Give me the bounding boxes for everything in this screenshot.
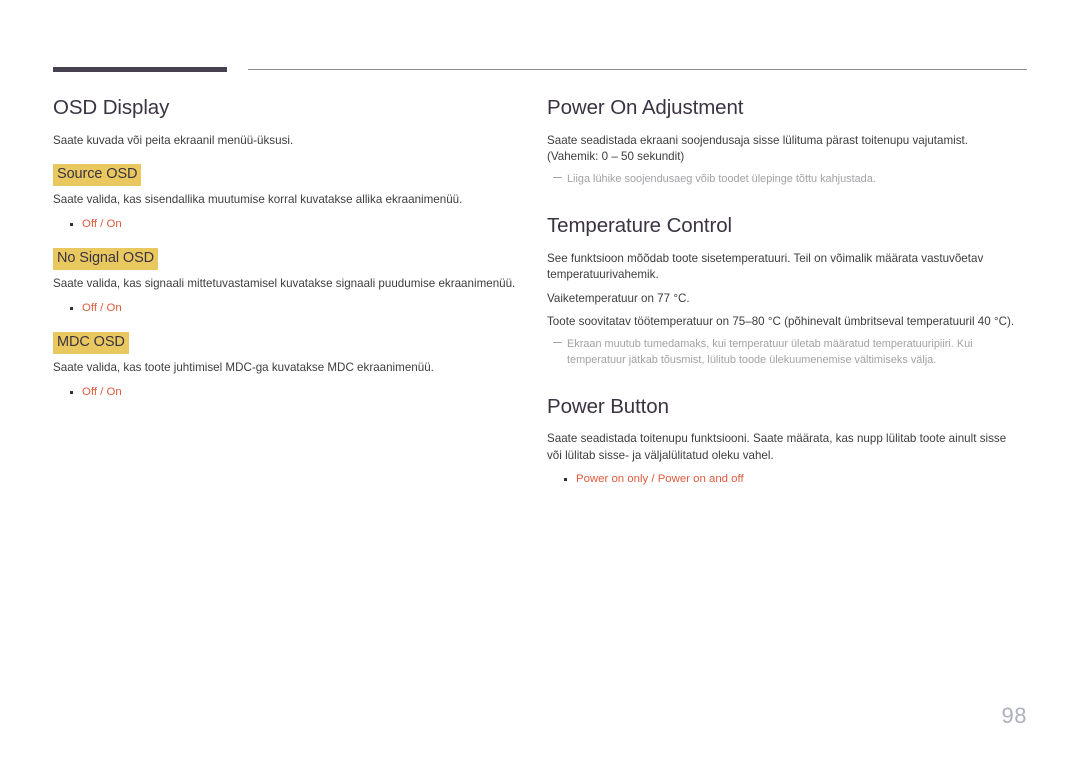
bullet-dot-icon <box>70 222 73 226</box>
osd-display-intro-text: Saate kuvada või peita ekraanil menüü-ük… <box>53 133 294 147</box>
note-text: Ekraan muutub tumedamaks, kui temperatuu… <box>567 338 973 367</box>
bullet-dot-icon <box>70 306 73 310</box>
option-list-no-signal-osd: Off / On <box>53 300 523 317</box>
section-power-button: Power Button Saate seadistada toitenupu … <box>547 395 1019 489</box>
subsection-heading-source-osd: Source OSD <box>53 164 142 187</box>
subsection-source-osd: Source OSD Saate valida, kas sisendallik… <box>53 164 523 233</box>
option-list-source-osd: Off / On <box>53 216 523 233</box>
option-separator: / <box>100 385 104 398</box>
list-item: Power on only / Power on and off <box>547 471 1019 488</box>
document-page: OSD Display Saate kuvada või peita ekraa… <box>0 0 1080 763</box>
option-value-on[interactable]: On <box>107 218 122 230</box>
section-title-osd-display: OSD Display <box>53 96 170 119</box>
option-value-power-on-and-off[interactable]: Power on and off <box>658 473 744 485</box>
list-item: Off / On <box>53 216 523 233</box>
section-power-on-adjustment: Power On Adjustment Saate seadistada ekr… <box>547 96 1019 188</box>
section-body-power-button: Saate seadistada toitenupu funktsiooni. … <box>547 432 1007 462</box>
section-title-power-on-adjustment: Power On Adjustment <box>547 96 744 119</box>
list-item: Off / On <box>53 300 523 317</box>
left-column: OSD Display Saate kuvada või peita ekraa… <box>53 96 523 402</box>
header-rule <box>53 66 1027 74</box>
bullet-dot-icon <box>564 478 567 482</box>
option-list-mdc-osd: Off / On <box>53 384 523 401</box>
option-separator: / <box>100 217 104 230</box>
option-value-on[interactable]: On <box>107 302 122 314</box>
header-rule-thin-line <box>248 69 1027 70</box>
option-separator: / <box>100 301 104 314</box>
section-title-temperature-control: Temperature Control <box>547 214 732 238</box>
subsection-body-no-signal-osd: Saate valida, kas signaali mittetuvastam… <box>53 277 516 291</box>
bullet-dot-icon <box>70 390 73 394</box>
section-body-temperature-control-2: Vaiketemperatuur on 77 °C. <box>547 291 690 305</box>
note-text: Liiga lühike soojendusaeg võib toodet ül… <box>567 173 876 186</box>
option-value-off[interactable]: Off <box>82 218 97 230</box>
section-body-power-on-adjustment: Saate seadistada ekraani soojendusaja si… <box>547 133 969 164</box>
subsection-mdc-osd: MDC OSD Saate valida, kas toote juhtimis… <box>53 331 523 401</box>
section-body-temperature-control-3: Toote soovitatav töötemperatuur on 75–80… <box>547 314 1015 328</box>
note-temperature-control: Ekraan muutub tumedamaks, kui temperatuu… <box>547 337 1019 368</box>
note-power-on-adjustment: Liiga lühike soojendusaeg võib toodet ül… <box>547 172 1019 188</box>
subsection-body-mdc-osd: Saate valida, kas toote juhtimisel MDC-g… <box>53 361 434 375</box>
header-rule-thick-bar <box>53 67 227 72</box>
subsection-heading-mdc-osd: MDC OSD <box>53 331 129 355</box>
page-number: 98 <box>1001 703 1027 728</box>
list-item: Off / On <box>53 384 523 401</box>
option-value-off[interactable]: Off <box>82 302 97 314</box>
subsection-body-source-osd: Saate valida, kas sisendallika muutumise… <box>53 193 463 207</box>
subsection-heading-no-signal-osd: No Signal OSD <box>53 248 159 271</box>
section-temperature-control: Temperature Control See funktsioon mõõda… <box>547 214 1019 369</box>
option-value-off[interactable]: Off <box>82 386 97 398</box>
option-value-on[interactable]: On <box>107 386 122 398</box>
subsection-no-signal-osd: No Signal OSD Saate valida, kas signaali… <box>53 248 523 317</box>
right-column: Power On Adjustment Saate seadistada ekr… <box>547 96 1019 489</box>
section-body-temperature-control-1: See funktsioon mõõdab toote sisetemperat… <box>547 251 984 282</box>
note-dash-icon <box>553 177 562 179</box>
option-list-power-button: Power on only / Power on and off <box>547 471 1019 488</box>
option-value-power-on-only[interactable]: Power on only <box>576 473 648 485</box>
note-dash-icon <box>553 342 562 344</box>
section-title-power-button: Power Button <box>547 394 669 418</box>
option-separator: / <box>651 473 655 486</box>
